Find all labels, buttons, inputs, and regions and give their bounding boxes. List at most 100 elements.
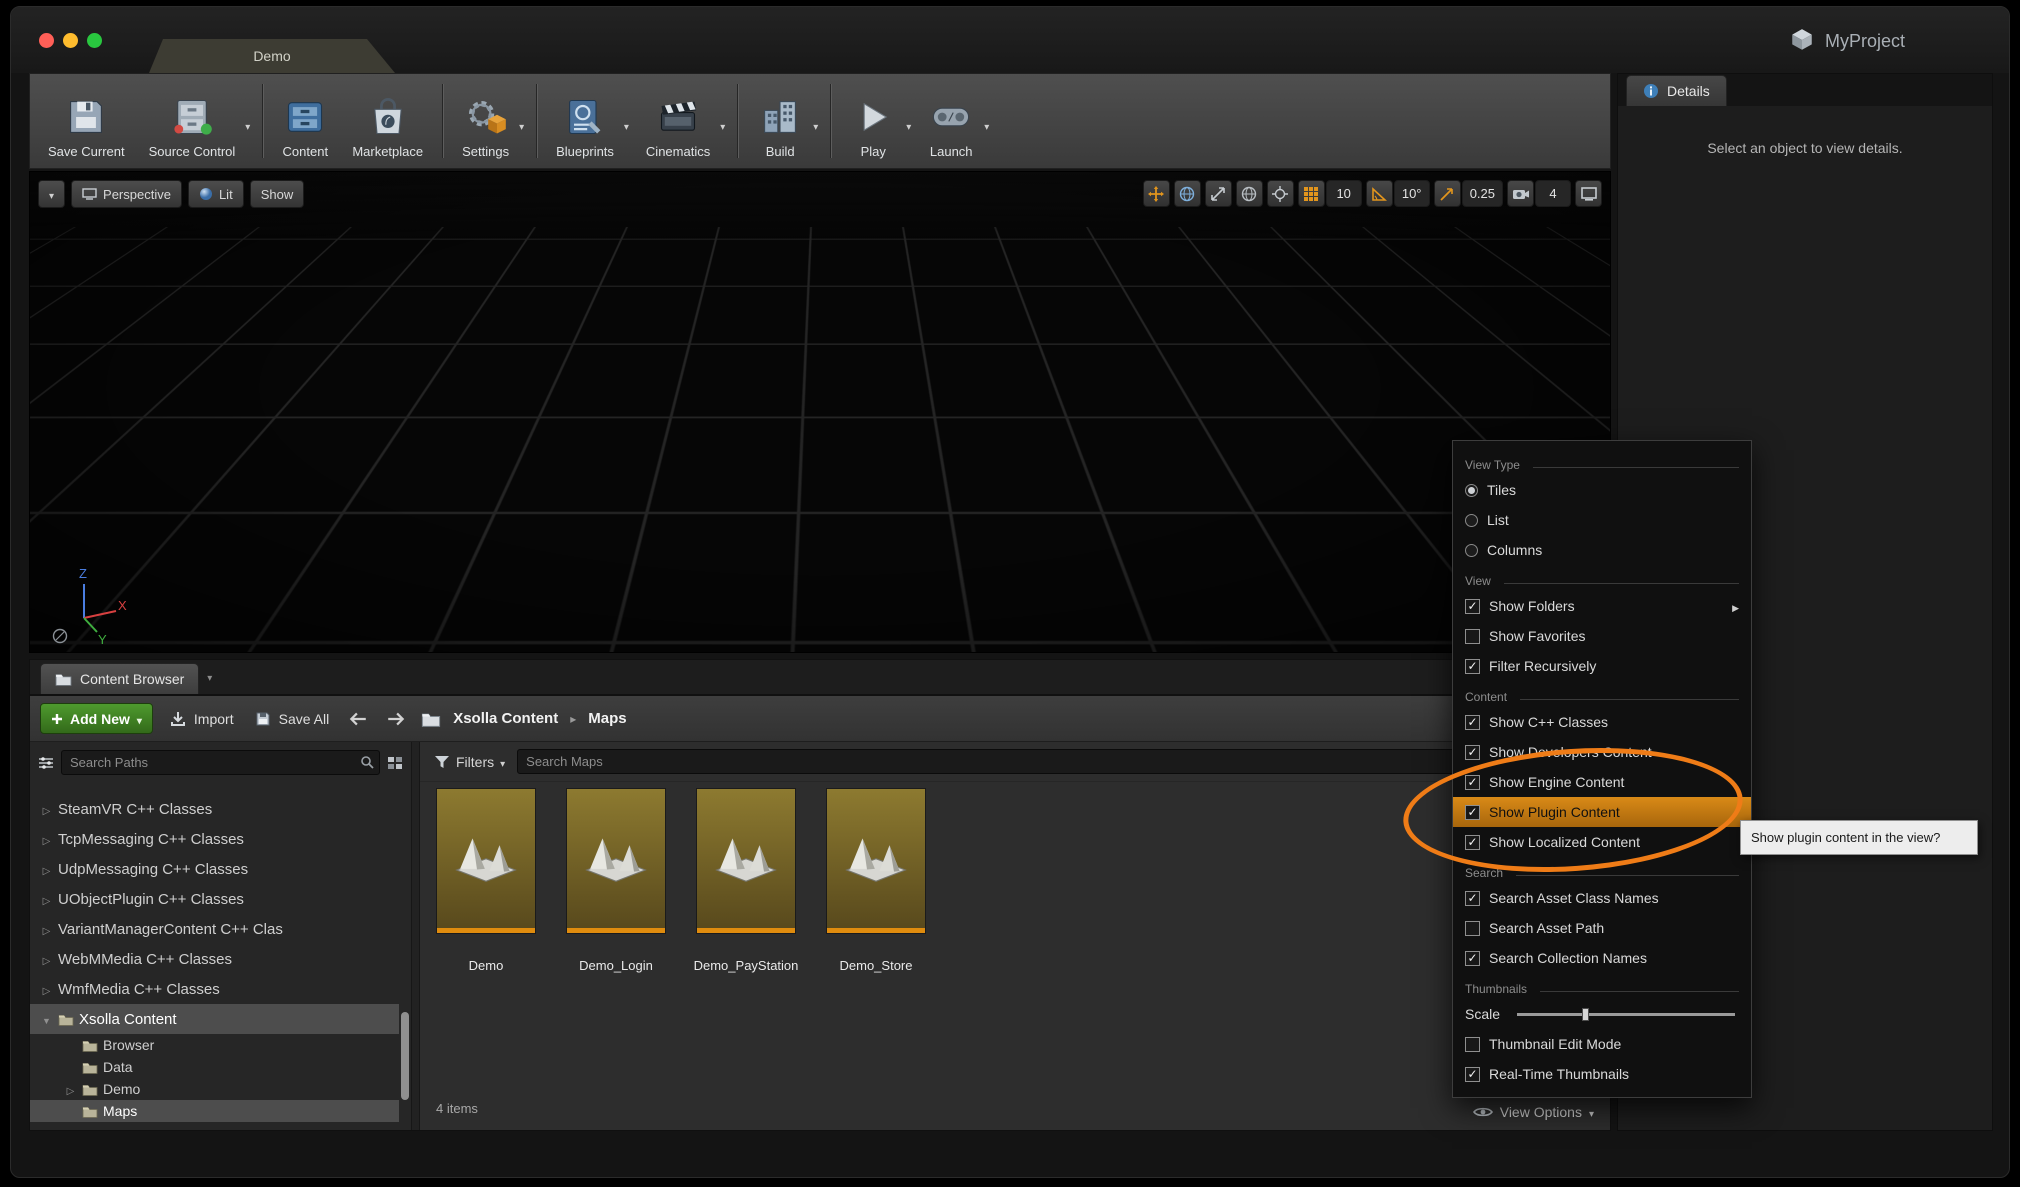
expander-icon[interactable] [40,981,53,998]
zoom-window-button[interactable] [87,33,102,48]
panel-splitter[interactable] [412,742,420,1130]
menu-item[interactable]: Search Asset Class Names [1453,883,1751,913]
content-browser-tab[interactable]: Content Browser [40,663,199,694]
expander-icon[interactable] [40,1129,53,1131]
tree-item[interactable]: VariantManagerContent C++ Clas [30,914,399,944]
tree-item[interactable]: Xsolla C++ Classes [30,1122,399,1130]
level-tab[interactable]: Demo [149,39,395,73]
launch-button[interactable]: Launch [916,74,994,168]
tab-options-arrow-icon[interactable] [207,668,212,694]
dropdown-arrow-icon[interactable] [720,118,725,133]
menu-item[interactable]: Show Folders [1453,591,1751,621]
expander-icon[interactable] [64,1081,77,1097]
scale-slider[interactable] [1517,1013,1735,1016]
tree-item[interactable]: Demo [30,1078,399,1100]
menu-item[interactable]: Search [1453,857,1751,883]
menu-item[interactable]: Show Engine Content [1453,767,1751,797]
forward-button[interactable] [383,711,409,727]
dropdown-arrow-icon[interactable] [813,118,818,133]
search-paths-input[interactable] [61,750,380,775]
menu-item[interactable]: Thumbnails [1453,973,1751,999]
grid-snap-toggle[interactable] [1298,180,1325,207]
menu-item[interactable]: Show Plugin Content [1453,797,1751,827]
scale-snap-toggle[interactable] [1434,180,1461,207]
menu-item[interactable]: Thumbnail Edit Mode [1453,1029,1751,1059]
view-options-button[interactable]: View Options [1473,1104,1594,1120]
menu-item[interactable]: Content [1453,681,1751,707]
checkbox-icon[interactable] [1465,745,1480,760]
sources-filter-icon[interactable] [38,756,54,770]
sources-view-icon[interactable] [387,756,403,770]
content-button[interactable]: Content [270,74,340,168]
sources-scrollbar[interactable] [401,1012,409,1100]
dropdown-arrow-icon[interactable] [984,118,989,133]
tree-item[interactable]: Browser [30,1034,399,1056]
menu-item[interactable]: Show C++ Classes [1453,707,1751,737]
menu-item[interactable]: Search Collection Names [1453,943,1751,973]
breadcrumb-root[interactable]: Xsolla Content [453,710,558,727]
tree-item[interactable]: Maps [30,1100,399,1122]
dropdown-arrow-icon[interactable] [245,118,250,133]
rotation-snap-toggle[interactable] [1366,180,1393,207]
asset-tile[interactable]: Demo_Store [826,788,926,973]
checkbox-icon[interactable] [1465,599,1480,614]
add-new-button[interactable]: Add New [40,703,153,734]
details-tab[interactable]: Details [1626,75,1727,106]
checkbox-icon[interactable] [1465,951,1480,966]
menu-item[interactable]: Filter Recursively [1453,651,1751,681]
lit-mode-button[interactable]: Lit [188,180,244,208]
dropdown-arrow-icon[interactable] [906,118,911,133]
blueprints-button[interactable]: Blueprints [544,74,634,168]
filters-button[interactable]: Filters [434,754,505,770]
dropdown-arrow-icon[interactable] [624,118,629,133]
menu-item[interactable]: Tiles [1453,475,1751,505]
checkbox-icon[interactable] [1465,629,1480,644]
tree-item[interactable]: UObjectPlugin C++ Classes [30,884,399,914]
menu-item[interactable]: View Type [1453,449,1751,475]
world-space-button[interactable] [1174,180,1201,207]
tree-item[interactable]: TcpMessaging C++ Classes [30,824,399,854]
asset-thumbnail[interactable] [826,788,926,934]
expander-icon[interactable] [40,891,53,908]
checkbox-icon[interactable] [1465,715,1480,730]
level-viewport[interactable]: Perspective Lit Show [29,171,1611,653]
asset-thumbnail[interactable] [696,788,796,934]
expander-icon[interactable] [40,1011,53,1028]
tree-item[interactable]: UdpMessaging C++ Classes [30,854,399,884]
asset-tile[interactable]: Demo_Login [566,788,666,973]
checkbox-icon[interactable] [1465,775,1480,790]
minimize-window-button[interactable] [63,33,78,48]
marketplace-button[interactable]: Marketplace [340,74,435,168]
menu-item[interactable]: Search Asset Path [1453,913,1751,943]
menu-item[interactable]: Show Favorites [1453,621,1751,651]
asset-thumbnail[interactable] [436,788,536,934]
expander-icon[interactable] [40,951,53,968]
grid-snap-value[interactable]: 10 [1326,180,1362,207]
menu-item[interactable]: Show Localized Content [1453,827,1751,857]
checkbox-icon[interactable] [1465,805,1480,820]
dropdown-arrow-icon[interactable] [519,118,524,133]
menu-item[interactable]: Columns [1453,535,1751,565]
scale-snap-value[interactable]: 0.25 [1462,180,1503,207]
expander-icon[interactable] [40,921,53,938]
translate-tool-button[interactable] [1143,180,1170,207]
search-assets-input[interactable] [517,749,1596,774]
rotation-snap-value[interactable]: 10° [1394,180,1430,207]
checkbox-icon[interactable] [1465,659,1480,674]
menu-item[interactable]: View [1453,565,1751,591]
breadcrumb-current[interactable]: Maps [588,710,626,727]
settings-button[interactable]: Settings [450,74,529,168]
asset-tile[interactable]: Demo [436,788,536,973]
build-button[interactable]: Build [745,74,823,168]
perspective-button[interactable]: Perspective [71,180,182,208]
save-all-button[interactable]: Save All [250,710,334,728]
tree-item[interactable]: Xsolla Content [30,1004,399,1034]
source-control-button[interactable]: Source Control [137,74,256,168]
menu-item[interactable]: Show Developers Content [1453,737,1751,767]
expander-icon[interactable] [40,801,53,818]
play-button[interactable]: Play [838,74,916,168]
save-current-button[interactable]: Save Current [36,74,137,168]
back-button[interactable] [345,711,371,727]
checkbox-icon[interactable] [1465,1067,1480,1082]
expander-icon[interactable] [40,861,53,878]
